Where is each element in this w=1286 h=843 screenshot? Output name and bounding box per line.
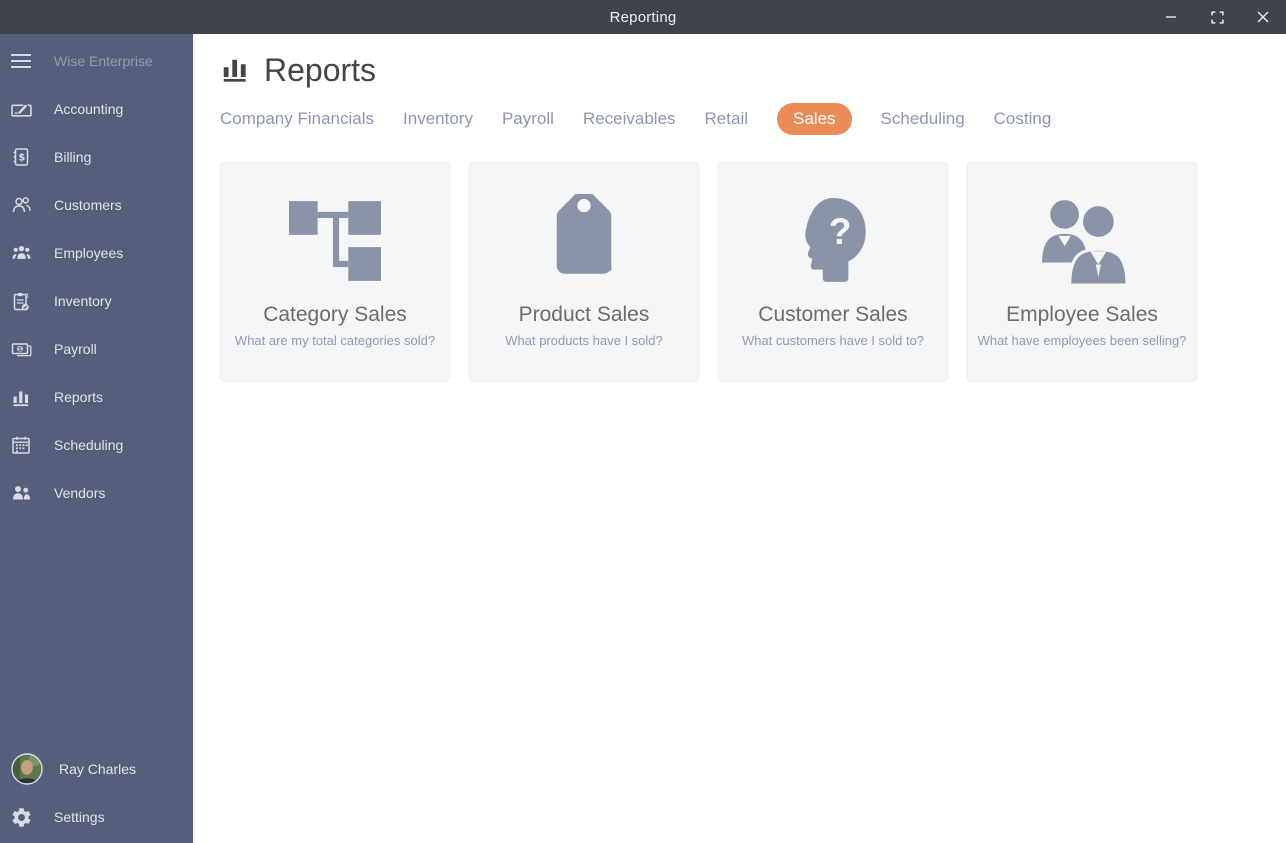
vendors-icon: [9, 481, 33, 505]
maximize-button[interactable]: [1194, 0, 1240, 34]
page-title: Reports: [264, 51, 377, 88]
report-cards: Category Sales What are my total categor…: [220, 162, 1286, 381]
card-subtitle: What customers have I sold to?: [741, 333, 925, 348]
tab-scheduling[interactable]: Scheduling: [881, 109, 965, 129]
sidebar-item-vendors[interactable]: Vendors: [0, 469, 193, 517]
sidebar-item-label: Employees: [54, 245, 124, 261]
customer-head-question-icon: ?: [794, 193, 872, 289]
brand-label: Wise Enterprise: [54, 53, 153, 69]
hamburger-menu-icon[interactable]: [9, 49, 33, 73]
reports-chart-icon: [220, 53, 250, 88]
sidebar-item-label: Payroll: [54, 341, 97, 357]
payroll-icon: $: [9, 337, 33, 361]
sidebar-item-label: Accounting: [54, 101, 124, 117]
minimize-icon: [1165, 11, 1177, 23]
sidebar-item-customers[interactable]: Customers: [0, 181, 193, 229]
avatar: [11, 753, 43, 785]
svg-text:$: $: [18, 153, 25, 164]
settings-label: Settings: [54, 809, 105, 825]
page-header: Reports: [220, 48, 1286, 92]
window-controls: [1148, 0, 1286, 34]
sidebar-item-label: Scheduling: [54, 437, 124, 453]
billing-icon: $: [9, 145, 33, 169]
tab-company-financials[interactable]: Company Financials: [220, 109, 374, 129]
window-title: Reporting: [609, 8, 677, 26]
card-subtitle: What products have I sold?: [505, 333, 663, 348]
card-title: Employee Sales: [1006, 303, 1158, 326]
maximize-icon: [1210, 10, 1224, 24]
report-category-tabs: Company Financials Inventory Payroll Rec…: [220, 102, 1286, 136]
close-icon: [1257, 11, 1269, 23]
app-window: Reporting Wise Enterprise Accounting $ B…: [0, 0, 1286, 843]
employees-group-icon: [1032, 193, 1132, 289]
customers-icon: [9, 193, 33, 217]
card-category-sales[interactable]: Category Sales What are my total categor…: [220, 162, 450, 381]
gear-icon: [9, 805, 33, 829]
tab-retail[interactable]: Retail: [705, 109, 748, 129]
sidebar-item-label: Inventory: [54, 293, 112, 309]
tab-payroll[interactable]: Payroll: [502, 109, 554, 129]
minimize-button[interactable]: [1148, 0, 1194, 34]
card-product-sales[interactable]: Product Sales What products have I sold?: [469, 162, 699, 381]
svg-text:?: ?: [829, 211, 851, 252]
sidebar-user-row[interactable]: Ray Charles: [0, 745, 193, 793]
sidebar-item-label: Customers: [54, 197, 122, 213]
tab-costing[interactable]: Costing: [994, 109, 1052, 129]
sidebar: Wise Enterprise Accounting $ Billing Cus…: [0, 34, 193, 843]
tab-sales[interactable]: Sales: [777, 103, 852, 135]
card-subtitle: What have employees been selling?: [977, 333, 1187, 348]
sidebar-item-billing[interactable]: $ Billing: [0, 133, 193, 181]
card-title: Category Sales: [263, 303, 407, 326]
user-name: Ray Charles: [59, 761, 137, 777]
sidebar-item-settings[interactable]: Settings: [0, 793, 193, 841]
sidebar-item-inventory[interactable]: 1 Inventory: [0, 277, 193, 325]
sidebar-item-reports[interactable]: Reports: [0, 373, 193, 421]
category-hierarchy-icon: [289, 193, 381, 289]
tab-receivables[interactable]: Receivables: [583, 109, 676, 129]
sidebar-item-employees[interactable]: Employees: [0, 229, 193, 277]
employees-icon: [9, 241, 33, 265]
sidebar-item-scheduling[interactable]: Scheduling: [0, 421, 193, 469]
close-button[interactable]: [1240, 0, 1286, 34]
card-title: Product Sales: [518, 303, 650, 326]
main-content: Reports Company Financials Inventory Pay…: [193, 34, 1286, 843]
price-tag-icon: [537, 193, 631, 289]
svg-text:1: 1: [25, 291, 29, 299]
card-title: Customer Sales: [758, 303, 908, 326]
sidebar-brand-row: Wise Enterprise: [0, 37, 193, 85]
tab-inventory[interactable]: Inventory: [403, 109, 473, 129]
card-customer-sales[interactable]: ? Customer Sales What customers have I s…: [718, 162, 948, 381]
reports-icon: [9, 385, 33, 409]
card-subtitle: What are my total categories sold?: [234, 333, 436, 348]
inventory-icon: 1: [9, 289, 33, 313]
svg-text:$: $: [17, 346, 21, 353]
titlebar: Reporting: [0, 0, 1286, 34]
app-body: Wise Enterprise Accounting $ Billing Cus…: [0, 34, 1286, 843]
sidebar-item-payroll[interactable]: $ Payroll: [0, 325, 193, 373]
card-employee-sales[interactable]: Employee Sales What have employees been …: [967, 162, 1197, 381]
scheduling-icon: [9, 433, 33, 457]
sidebar-item-label: Reports: [54, 389, 104, 405]
accounting-icon: [9, 97, 33, 121]
sidebar-item-label: Vendors: [54, 485, 106, 501]
sidebar-item-label: Billing: [54, 149, 92, 165]
sidebar-item-accounting[interactable]: Accounting: [0, 85, 193, 133]
